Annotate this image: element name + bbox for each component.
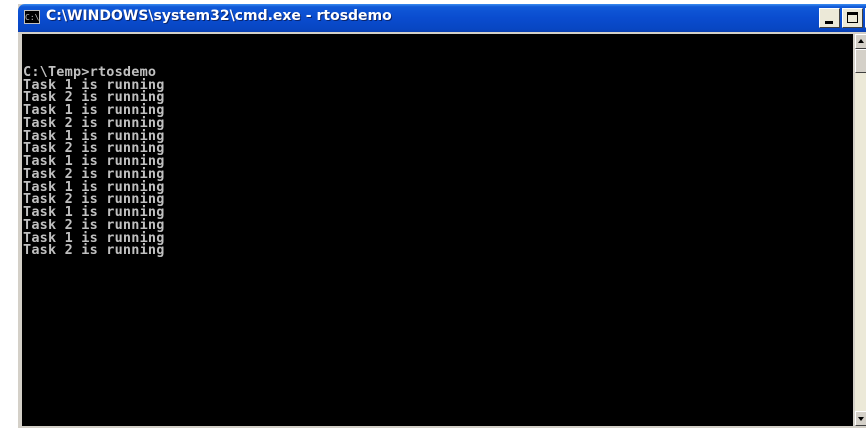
vertical-scrollbar[interactable] xyxy=(855,34,866,426)
cmd-window: C:\ C:\WINDOWS\system32\cmd.exe - rtosde… xyxy=(18,4,866,428)
arrow-down-icon xyxy=(858,417,864,421)
scroll-up-button[interactable] xyxy=(855,34,866,49)
console-output[interactable]: C:\Temp>rtosdemo Task 1 is running Task … xyxy=(22,34,853,426)
console-icon[interactable]: C:\ xyxy=(24,10,40,24)
window-controls: × xyxy=(819,8,866,28)
minimize-button[interactable] xyxy=(819,8,840,28)
console-line: Task 2 is running xyxy=(23,242,165,259)
window-title: C:\WINDOWS\system32\cmd.exe - rtosdemo xyxy=(46,8,392,24)
minimize-icon xyxy=(825,21,833,24)
maximize-button[interactable] xyxy=(842,8,863,28)
scroll-thumb[interactable] xyxy=(855,49,866,73)
scroll-down-button[interactable] xyxy=(855,411,866,426)
console-lines: C:\Temp>rtosdemo Task 1 is running Task … xyxy=(23,53,165,257)
title-bar[interactable]: C:\ C:\WINDOWS\system32\cmd.exe - rtosde… xyxy=(18,4,866,32)
arrow-up-icon xyxy=(858,39,864,43)
maximize-icon xyxy=(847,12,858,23)
